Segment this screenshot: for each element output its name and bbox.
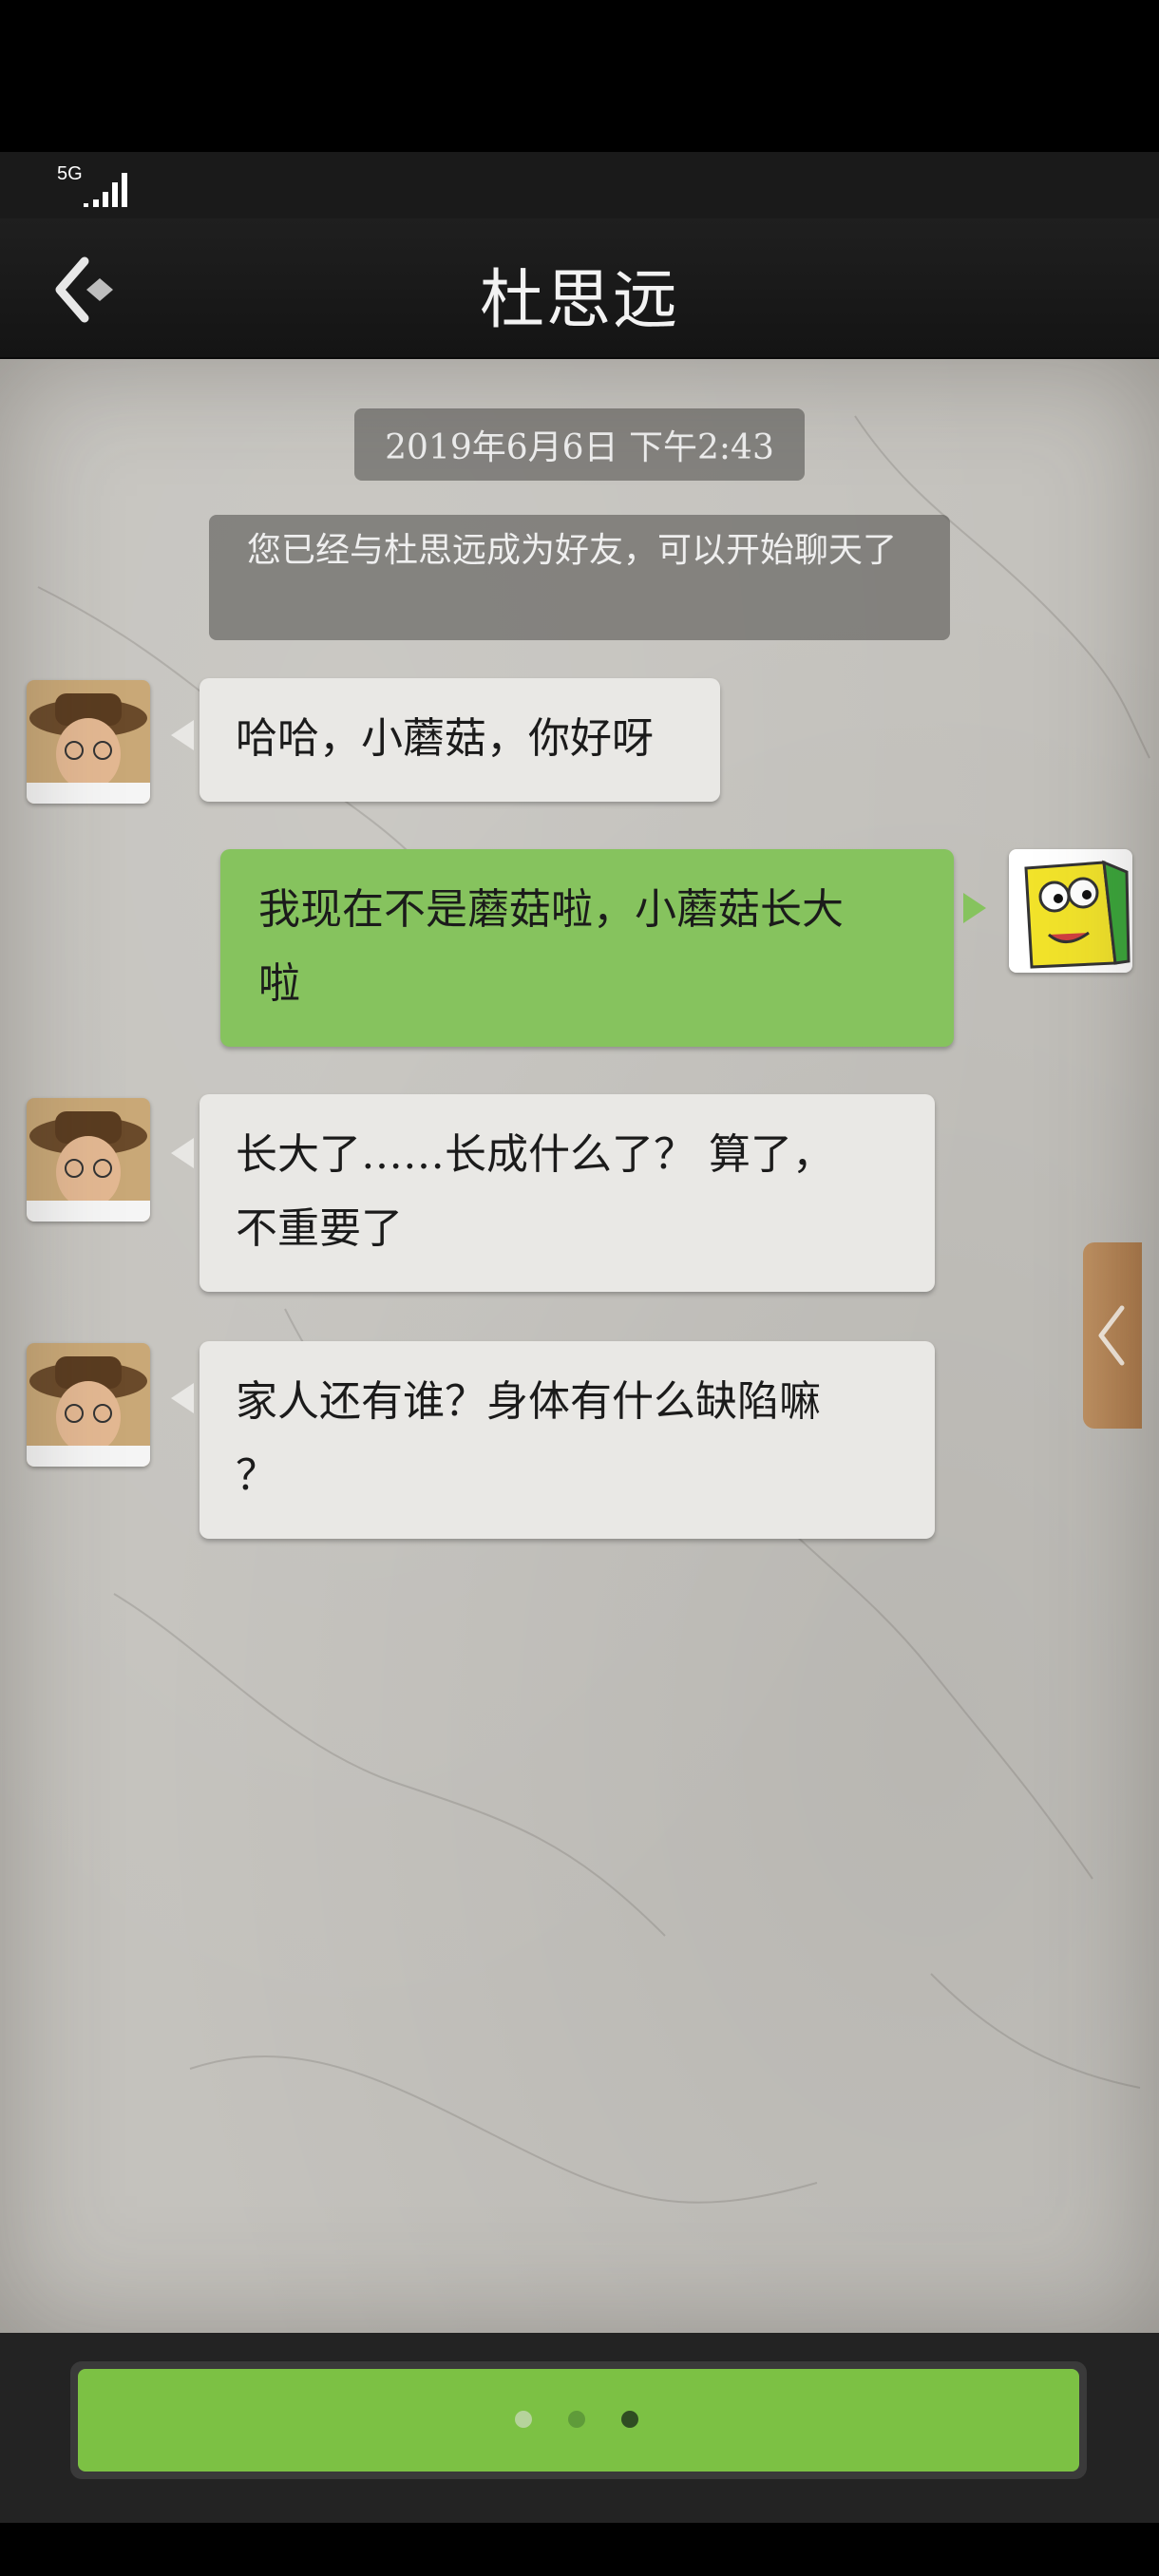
contact-avatar-image	[27, 1098, 150, 1222]
chat-title: 杜思远	[479, 263, 679, 338]
reply-button[interactable]	[78, 2369, 1079, 2472]
bubble-tail	[963, 893, 986, 923]
contact-avatar-image	[27, 680, 150, 804]
side-drawer-handle[interactable]	[1083, 1242, 1142, 1429]
incoming-message-bubble[interactable]: 长大了……长成什么了？ 算了， 不重要了	[200, 1094, 935, 1292]
message-line: 长大了……长成什么了？ 算了，	[236, 1130, 834, 1179]
message-line: 啦	[258, 959, 300, 1008]
outgoing-message-bubble[interactable]: 我现在不是蘑菇啦，小蘑菇长大 啦	[220, 849, 954, 1047]
status-bar: 5G	[0, 152, 1159, 218]
contact-avatar[interactable]	[27, 1098, 150, 1222]
my-avatar[interactable]	[1009, 849, 1132, 973]
contact-avatar-image	[27, 1343, 150, 1467]
bubble-tail	[171, 1383, 194, 1413]
contact-avatar[interactable]	[27, 1343, 150, 1467]
incoming-message-bubble[interactable]: 哈哈，小蘑菇，你好呀	[200, 678, 720, 802]
pager-dot	[515, 2411, 532, 2428]
bubble-tail	[171, 1138, 194, 1168]
incoming-message-bubble[interactable]: 家人还有谁？身体有什么缺陷嘛 ？	[200, 1341, 935, 1539]
system-message: 您已经与杜思远成为好友，可以开始聊天了	[209, 515, 950, 640]
message-line: 家人还有谁？身体有什么缺陷嘛	[236, 1377, 821, 1426]
chat-area[interactable]: 2019年6月6日 下午2:43 您已经与杜思远成为好友，可以开始聊天了 哈哈，…	[0, 359, 1159, 2333]
reply-options-bar[interactable]	[70, 2361, 1087, 2479]
chat-header: 杜思远	[0, 218, 1159, 359]
message-line: 我现在不是蘑菇啦，小蘑菇长大	[258, 885, 844, 934]
message-line: 不重要了	[236, 1204, 403, 1253]
bottom-bar	[0, 2333, 1159, 2523]
contact-avatar[interactable]	[27, 680, 150, 804]
my-avatar-image	[1009, 849, 1132, 973]
message-line: ？	[236, 1451, 277, 1500]
signal-strength-icon	[84, 173, 127, 207]
chevron-left-icon	[1098, 1305, 1125, 1366]
pager-dot-active	[621, 2411, 638, 2428]
message-line: 哈哈，小蘑菇，你好呀	[236, 714, 654, 763]
bubble-tail	[171, 720, 194, 750]
pager-dot	[568, 2411, 585, 2428]
chat-timestamp: 2019年6月6日 下午2:43	[354, 408, 805, 481]
